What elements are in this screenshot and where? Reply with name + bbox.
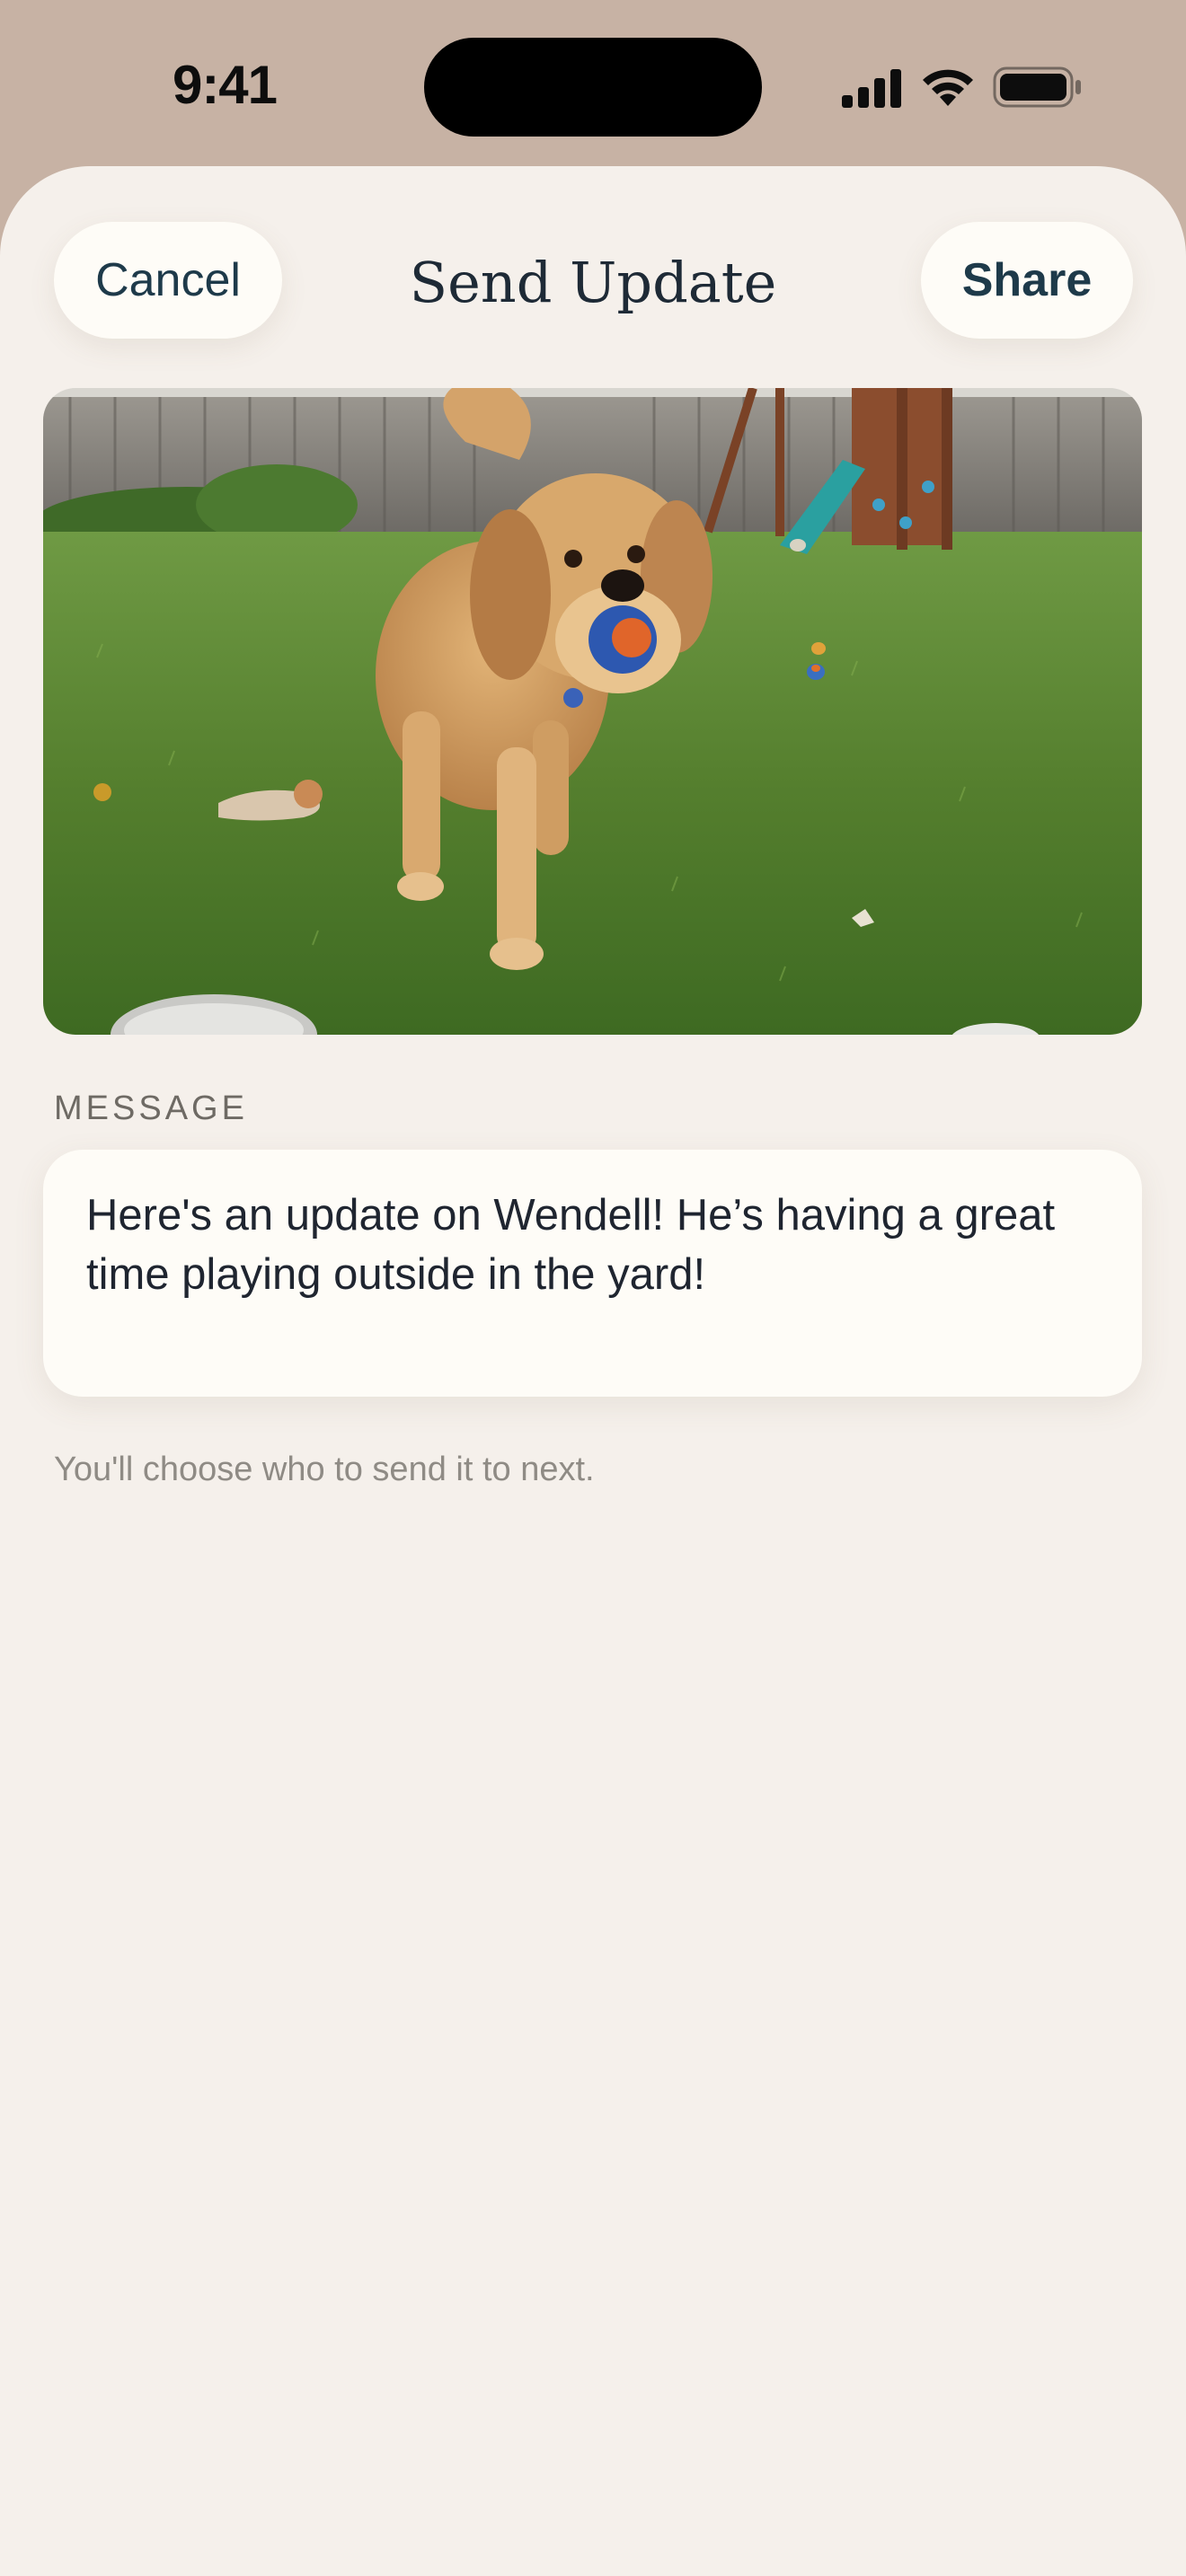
cancel-button[interactable]: Cancel [54,222,282,339]
share-button[interactable]: Share [921,222,1133,339]
wifi-icon [923,69,973,106]
dog-photo-illustration [43,388,1142,1035]
status-bar: 9:41 [0,0,1186,166]
send-update-sheet: Cancel Send Update Share MESSAGE Here's … [0,166,1186,2576]
dynamic-island [424,38,762,137]
battery-icon [993,66,1081,108]
cellular-signal-icon [842,69,901,108]
message-textarea[interactable]: Here's an update on Wendell! He’s having… [43,1150,1142,1397]
status-time: 9:41 [172,55,278,115]
next-step-hint: You'll choose who to send it to next. [54,1451,595,1488]
message-section-label: MESSAGE [54,1090,248,1127]
status-icons [840,65,1083,110]
page-title: Send Update [409,250,777,315]
dog-photo [43,388,1142,1035]
